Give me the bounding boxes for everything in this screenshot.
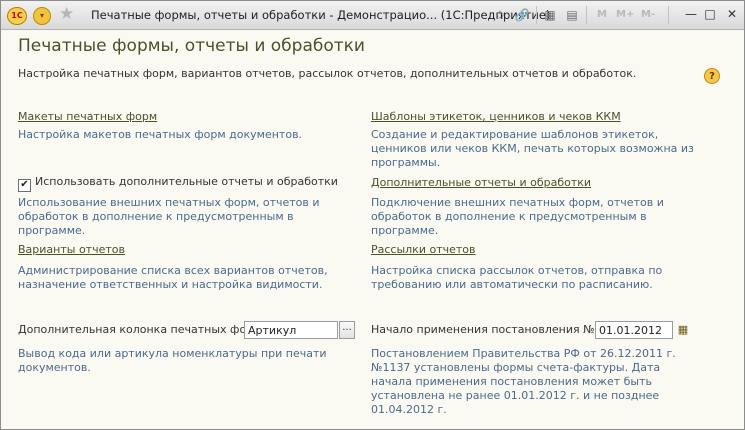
title-bar: 1С ▾ ★ Печатные формы, отчеты и обработк… <box>1 1 744 30</box>
minimize-icon[interactable]: — <box>684 7 698 21</box>
use-additional-row[interactable]: ✔ Использовать дополнительные отчеты и об… <box>18 175 338 192</box>
window-title: Печатные формы, отчеты и обработки - Дем… <box>91 8 551 22</box>
memory-add-button[interactable]: M+ <box>616 9 634 20</box>
extra-column-select-button[interactable]: ... <box>339 321 355 339</box>
resolution-start-label: Начало применения постановления №1137: <box>371 323 627 336</box>
main-menu-icon[interactable]: ▾ <box>33 7 51 25</box>
use-additional-description: Использование внешних печатных форм, отч… <box>18 196 320 237</box>
help-icon[interactable]: ? <box>704 68 720 84</box>
use-additional-checkbox[interactable]: ✔ <box>18 179 31 192</box>
extra-column-label: Дополнительная колонка печатных форм: <box>18 323 266 336</box>
toolbar-divider <box>586 6 587 24</box>
memory-subtract-button[interactable]: M- <box>641 9 655 20</box>
calendar-icon[interactable]: ▤ <box>563 6 581 24</box>
favorite-star-icon[interactable]: ★ <box>59 4 74 24</box>
report-mailings-link[interactable]: Рассылки отчетов <box>371 243 476 256</box>
add-favorite-icon[interactable]: ✩ <box>491 6 509 24</box>
label-templates-description: Создание и редактирование шаблонов этике… <box>371 128 694 169</box>
print-layouts-description: Настройка макетов печатных форм документ… <box>18 128 303 141</box>
extra-column-description: Вывод кода или артикула номенклатуры при… <box>18 347 327 374</box>
report-variants-description: Администрирование списка всех вариантов … <box>18 264 328 291</box>
report-variants-link[interactable]: Варианты отчетов <box>18 243 125 256</box>
label-templates-link[interactable]: Шаблоны этикеток, ценников и чеков ККМ <box>371 110 621 123</box>
app-logo-icon[interactable]: 1С <box>7 7 27 25</box>
resolution-start-description: Постановлением Правительства РФ от 26.12… <box>371 347 676 416</box>
additional-reports-description: Подключение внешних печатных форм, отчет… <box>371 196 664 237</box>
report-mailings-description: Настройка списка рассылок отчетов, отпра… <box>371 264 663 291</box>
close-icon[interactable]: ✕ <box>725 7 739 21</box>
calendar-picker-icon[interactable]: ▦ <box>675 321 691 339</box>
toolbar-divider <box>668 6 669 24</box>
link-icon[interactable]: 🔗 <box>513 6 531 24</box>
page-description: Настройка печатных форм, вариантов отчет… <box>18 67 637 80</box>
toolbar-divider <box>536 6 537 24</box>
page-title: Печатные формы, отчеты и обработки <box>18 36 365 56</box>
form-content: Печатные формы, отчеты и обработки Настр… <box>1 30 744 429</box>
print-layouts-link[interactable]: Макеты печатных форм <box>18 110 157 123</box>
memory-store-button[interactable]: M <box>597 9 607 20</box>
extra-column-input[interactable] <box>244 321 338 339</box>
maximize-icon[interactable]: □ <box>703 7 717 21</box>
resolution-start-date-input[interactable] <box>595 321 673 339</box>
calculator-icon[interactable]: ▦ <box>541 6 559 24</box>
additional-reports-link[interactable]: Дополнительные отчеты и обработки <box>371 176 591 189</box>
use-additional-label: Использовать дополнительные отчеты и обр… <box>35 175 338 188</box>
app-window: 1С ▾ ★ Печатные формы, отчеты и обработк… <box>0 0 745 430</box>
